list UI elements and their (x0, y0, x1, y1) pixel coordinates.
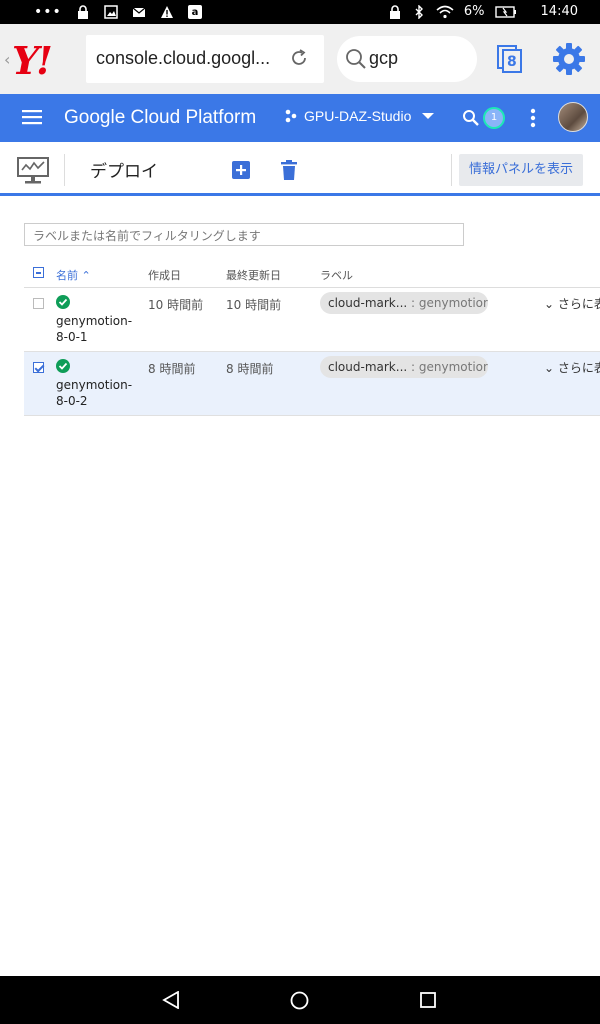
chevron-down-icon (422, 113, 435, 119)
nav-home-icon[interactable] (290, 991, 309, 1010)
lock-icon (389, 4, 400, 19)
table-header: 名前 ⌃ 作成日 最終更新日 ラベル (24, 258, 600, 288)
nav-recent-apps-icon[interactable] (420, 992, 436, 1008)
updated-cell: 10 時間前 (226, 298, 282, 312)
column-header-labels: ラベル (320, 269, 353, 282)
show-more-button[interactable]: ⌄ さらに表 (544, 359, 600, 376)
warning-icon (160, 6, 173, 18)
status-ok-icon (56, 359, 70, 373)
lock-icon (77, 5, 88, 19)
table-row[interactable]: genymotion- 8-0-1 10 時間前 10 時間前 cloud-mar… (24, 288, 600, 352)
show-more-button[interactable]: ⌄ さらに表 (544, 295, 600, 312)
url-text[interactable]: console.cloud.googl... (96, 48, 270, 69)
page-title: デプロイ (90, 162, 158, 182)
notification-badge[interactable]: 1 (483, 107, 505, 129)
page-toolbar: デプロイ 情報パネルを表示 (0, 142, 600, 196)
nav-back-icon[interactable] (162, 991, 180, 1009)
created-cell: 8 時間前 (148, 362, 196, 376)
gcp-title[interactable]: Google Cloud Platform (64, 107, 256, 129)
battery-icon (494, 5, 516, 18)
project-name: GPU-DAZ-Studio (304, 108, 412, 124)
select-all-checkbox[interactable] (33, 267, 44, 278)
updated-cell: 8 時間前 (226, 362, 274, 376)
project-dots-icon (285, 109, 297, 123)
delete-icon[interactable] (281, 160, 297, 180)
image-icon (104, 5, 118, 19)
tab-count: 8 (507, 54, 517, 70)
tabs-button[interactable]: 8 (496, 44, 524, 78)
search-icon[interactable] (462, 109, 480, 127)
column-header-created[interactable]: 作成日 (148, 267, 181, 283)
label-chip: cloud-mark... : genymotion... (320, 356, 488, 378)
reload-icon[interactable] (288, 47, 310, 69)
url-bar[interactable]: console.cloud.googl... (86, 35, 324, 83)
row-checkbox[interactable] (33, 362, 44, 373)
created-cell: 10 時間前 (148, 298, 204, 312)
label-chip: cloud-mark... : genymotion... (320, 292, 488, 314)
toolbar-divider (451, 154, 452, 186)
column-header-updated[interactable]: 最終更新日 (226, 267, 281, 283)
add-icon[interactable] (232, 161, 250, 179)
status-bar: ••• a 6% 14:40 (0, 0, 600, 24)
mail-icon (132, 7, 146, 17)
deployment-monitor-icon (17, 157, 49, 184)
clock: 14:40 (540, 4, 578, 19)
menu-icon[interactable] (22, 109, 42, 125)
column-header-name[interactable]: 名前 ⌃ (56, 267, 91, 283)
filter-input[interactable]: ラベルまたは名前でフィルタリングします (24, 223, 464, 246)
gcp-header: Google Cloud Platform GPU-DAZ-Studio 1 (0, 94, 600, 142)
more-vert-icon[interactable] (530, 108, 536, 128)
svg-text:a: a (191, 7, 198, 18)
show-info-panel-button[interactable]: 情報パネルを表示 (459, 154, 583, 186)
toolbar-divider (64, 154, 65, 186)
gear-icon[interactable] (552, 42, 586, 76)
project-selector[interactable]: GPU-DAZ-Studio (284, 108, 435, 124)
wifi-icon (436, 5, 454, 18)
avatar[interactable] (558, 102, 588, 132)
browser-toolbar: ‹ Y! console.cloud.googl... gcp 8 (0, 24, 600, 94)
sort-ascending-icon: ⌃ (81, 269, 91, 282)
deployment-name-link[interactable]: genymotion- 8-0-2 (56, 377, 136, 409)
table-row[interactable]: genymotion- 8-0-2 8 時間前 8 時間前 cloud-mark.… (24, 352, 600, 416)
amazon-icon: a (187, 5, 202, 19)
row-checkbox[interactable] (33, 298, 44, 309)
chevron-down-icon: ⌄ (544, 361, 555, 375)
search-icon (346, 49, 366, 69)
more-dots-icon: ••• (34, 4, 62, 20)
search-box[interactable]: gcp (337, 36, 477, 82)
deployment-name-link[interactable]: genymotion- 8-0-1 (56, 313, 136, 345)
battery-percent: 6% (463, 4, 485, 19)
status-ok-icon (56, 295, 70, 309)
bluetooth-icon (415, 4, 423, 19)
browser-back-chevron-icon[interactable]: ‹ (4, 50, 10, 69)
search-query[interactable]: gcp (369, 48, 398, 69)
android-nav-bar (0, 976, 600, 1024)
chevron-down-icon: ⌄ (544, 297, 555, 311)
yahoo-logo[interactable]: Y! (12, 38, 53, 83)
